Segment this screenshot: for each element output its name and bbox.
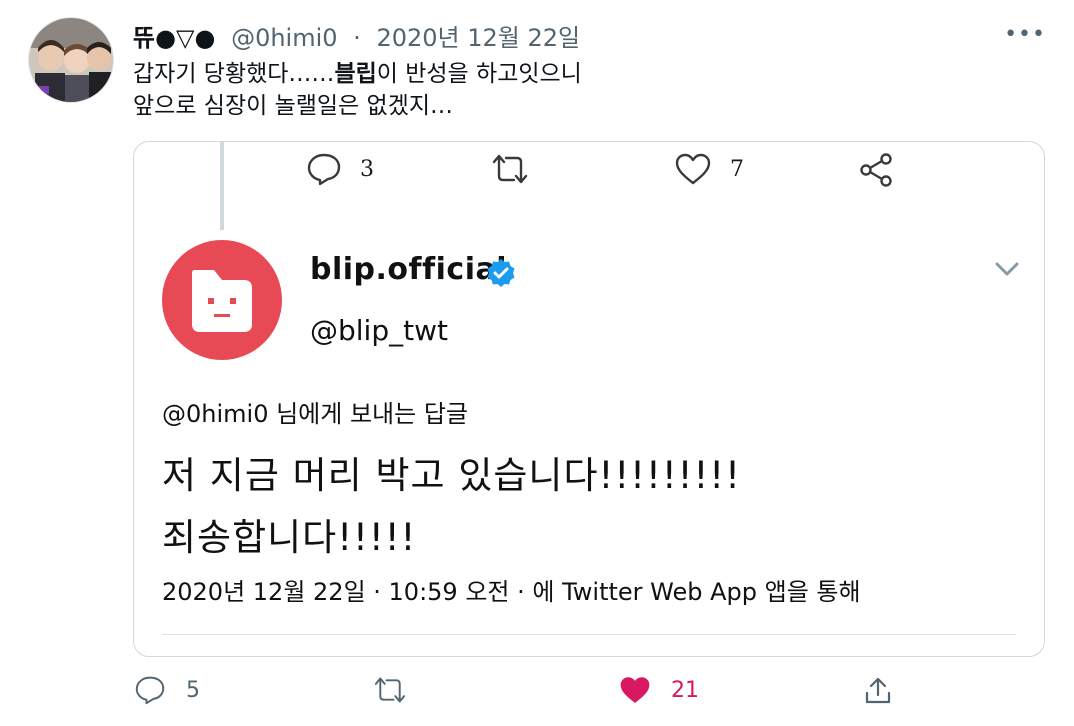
display-name[interactable]: 뜌●▽● xyxy=(133,24,215,52)
tweet-date[interactable]: 2020년 12월 22일 xyxy=(376,24,580,52)
retweet-button[interactable] xyxy=(372,675,408,705)
blip-avatar xyxy=(162,240,282,360)
heart-icon xyxy=(675,153,711,185)
like-count: 21 xyxy=(671,677,699,703)
share-upload-icon xyxy=(865,677,891,704)
embed-retweet-action xyxy=(490,152,530,186)
tweet-header: 뜌●▽● @0himi0 · 2020년 12월 22일 xyxy=(133,18,580,53)
more-dots-icon[interactable]: ••• xyxy=(1004,22,1046,47)
heart-filled-icon xyxy=(620,677,650,703)
tweet-text-line2: 앞으로 심장이 놀랠일은 없겠지… xyxy=(133,93,454,119)
reply-icon xyxy=(307,153,341,186)
chevron-down-icon xyxy=(995,262,1019,276)
embed-share-action xyxy=(858,152,894,188)
reply-count: 5 xyxy=(186,677,200,703)
meta-separator: · xyxy=(353,24,361,52)
tweet-text-bold: 블립 xyxy=(334,61,377,87)
blip-logo-icon xyxy=(192,270,252,332)
embed-reply-to: @0himi0 님에게 보내는 답글 xyxy=(162,400,468,428)
tweet-text: 갑자기 당황했다……블립이 반성을 하고잇으니 앞으로 심장이 놀랠일은 없겠지… xyxy=(133,58,582,122)
embed-like-count: 7 xyxy=(730,156,744,182)
share-button[interactable] xyxy=(862,675,894,707)
embedded-image[interactable]: 3 7 blip.official @blip_twt @0himi0 님에게 … xyxy=(133,141,1045,657)
user-avatar[interactable] xyxy=(28,17,114,103)
retweet-icon xyxy=(492,154,528,184)
embed-display-name: blip.official xyxy=(310,252,508,287)
user-handle[interactable]: @0himi0 xyxy=(231,24,337,52)
embed-divider xyxy=(162,634,1016,635)
like-button[interactable]: 21 xyxy=(619,675,699,705)
embed-handle: @blip_twt xyxy=(310,314,448,347)
tweet-text-part2: 이 반성을 하고잇으니 xyxy=(376,61,582,87)
embed-reply-action: 3 xyxy=(306,152,374,186)
reply-button[interactable]: 5 xyxy=(134,675,200,705)
share-icon xyxy=(860,153,892,187)
embed-timestamp: 2020년 12월 22일 · 10:59 오전 · 에 Twitter Web… xyxy=(162,578,861,606)
embed-like-action: 7 xyxy=(674,152,744,186)
embed-text-line2: 죄송합니다!!!!! xyxy=(162,516,417,559)
tweet-text-part1: 갑자기 당황했다…… xyxy=(133,61,335,87)
embed-text-line1: 저 지금 머리 박고 있습니다!!!!!!!!! xyxy=(162,454,741,497)
embed-reply-count: 3 xyxy=(360,156,374,182)
verified-badge-icon xyxy=(487,259,515,287)
reply-icon xyxy=(135,676,165,705)
retweet-icon xyxy=(374,677,406,703)
thread-line xyxy=(220,142,224,230)
